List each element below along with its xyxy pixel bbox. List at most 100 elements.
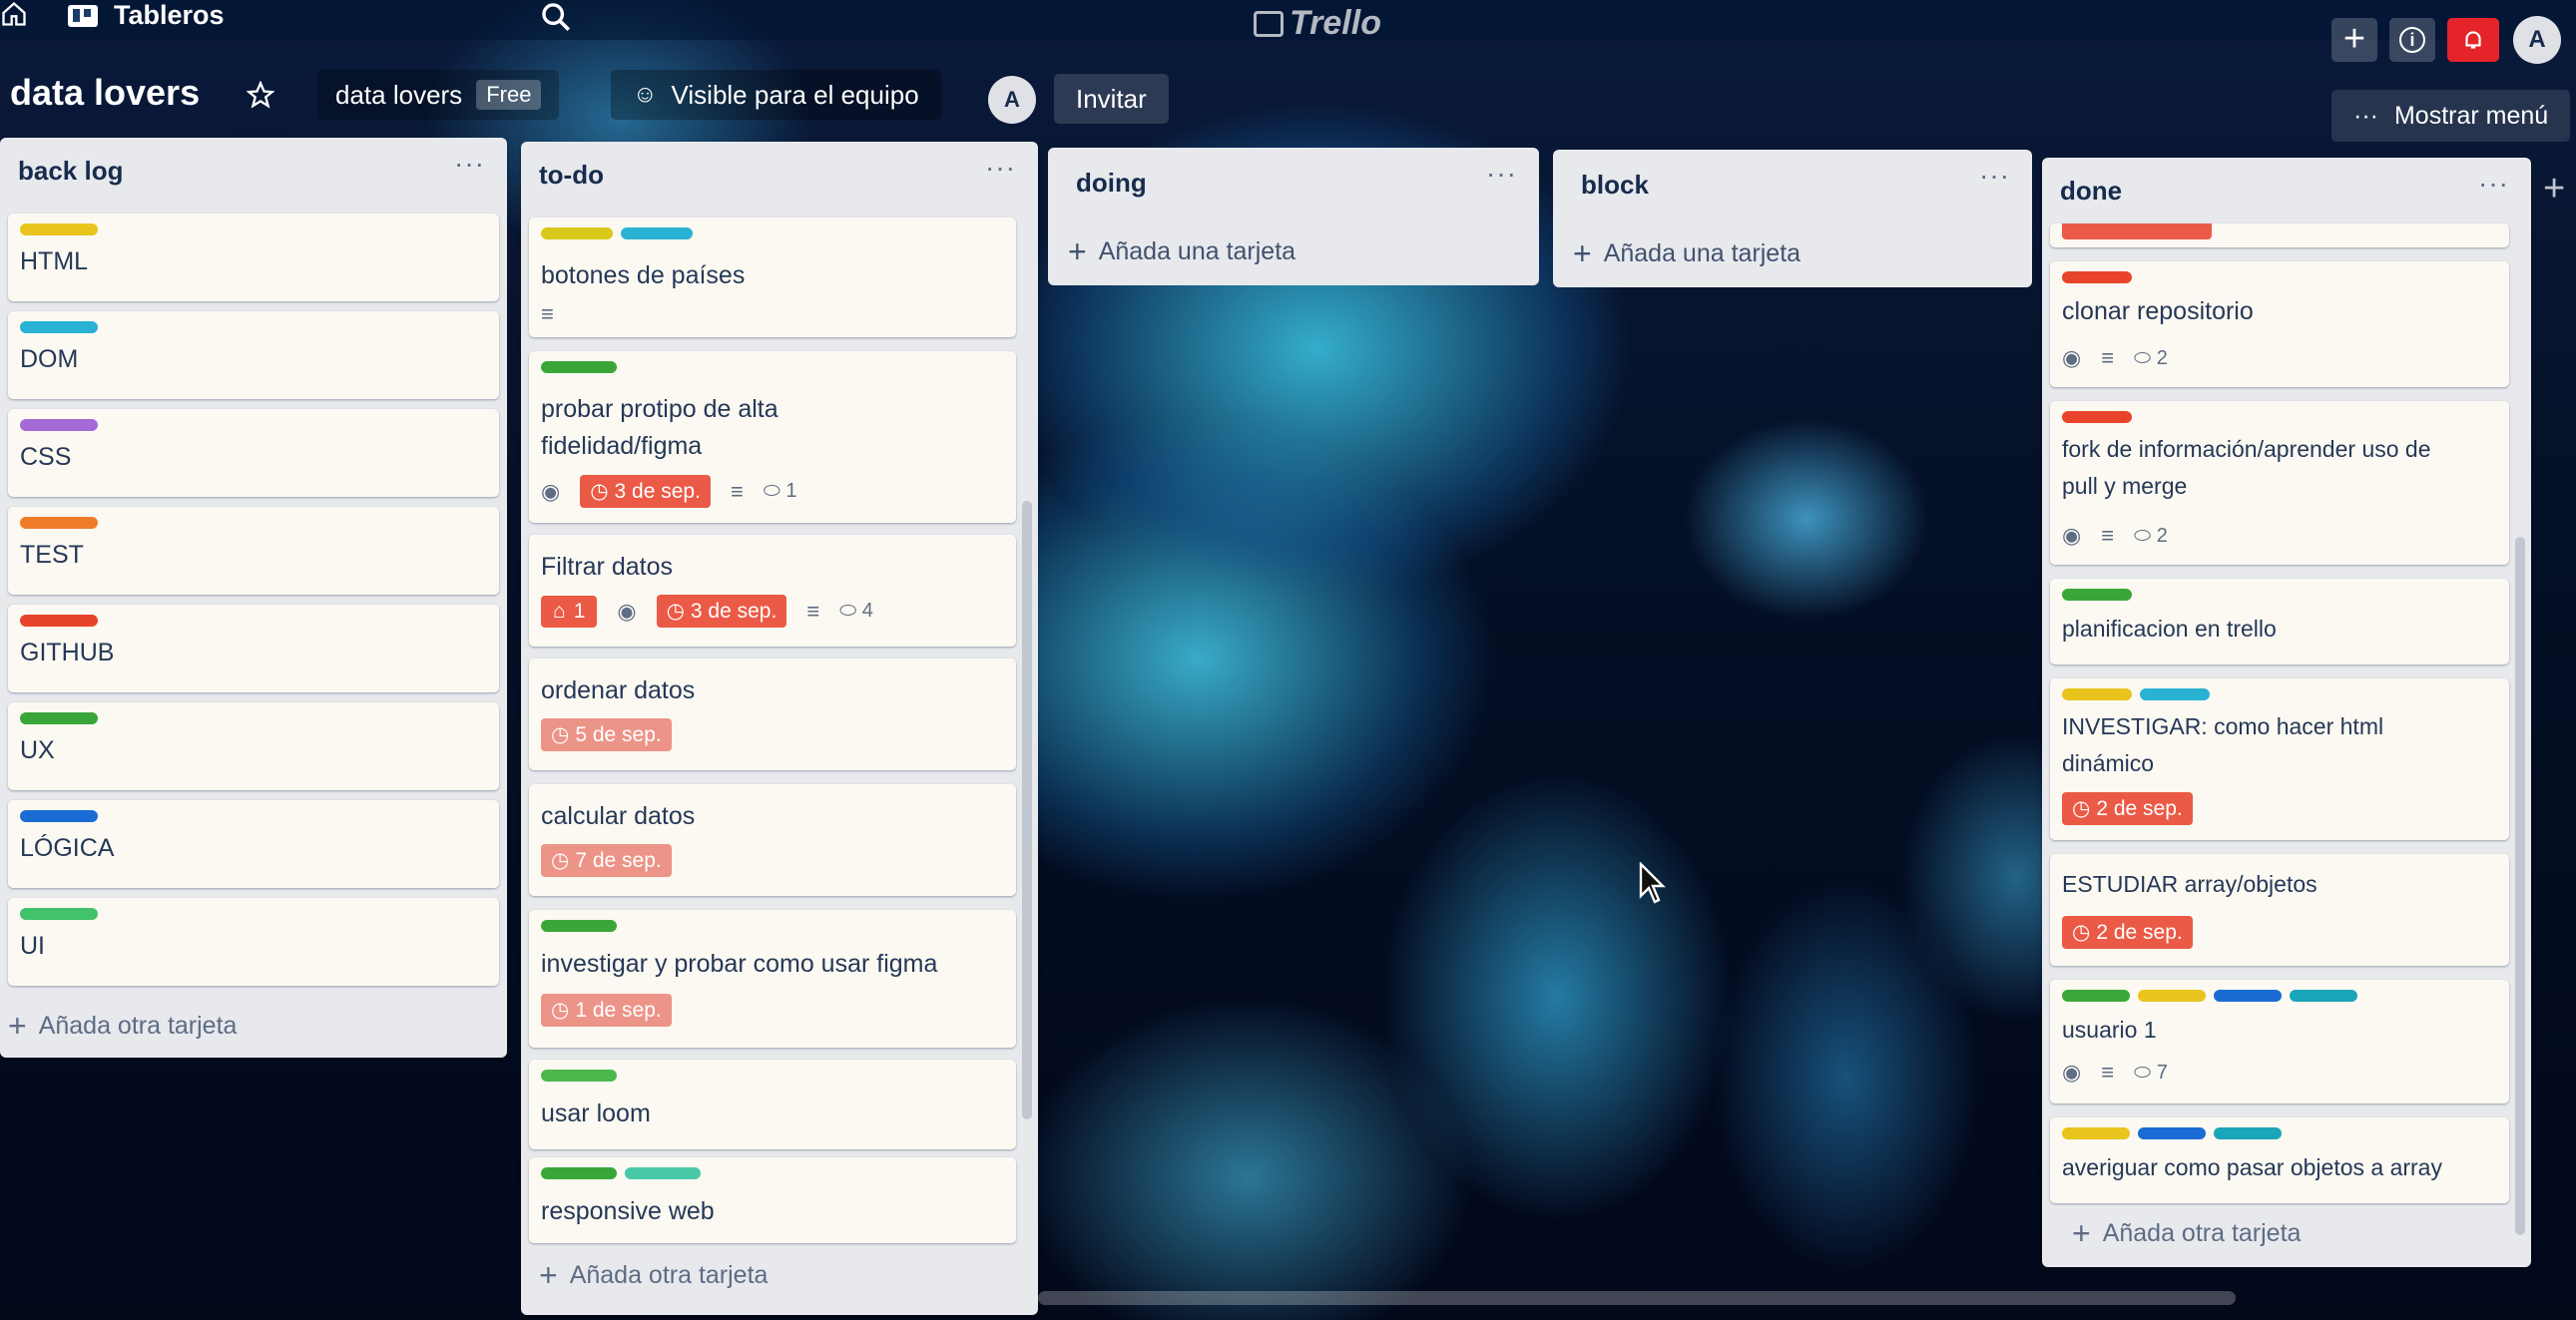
card[interactable]: averiguar como pasar objetos a array [2050, 1117, 2509, 1203]
card-label-blue[interactable] [2214, 990, 2282, 1002]
add-card-button[interactable]: + Añada otra tarjeta [2072, 1215, 2301, 1252]
card-label-blue[interactable] [2138, 1127, 2206, 1139]
list-menu-button[interactable]: ··· [1979, 160, 2010, 192]
card-label-green[interactable] [541, 1070, 617, 1082]
list-menu-button[interactable]: ··· [2478, 168, 2509, 200]
card[interactable]: ESTUDIAR array/objetos ◷ 2 de sep. [2050, 854, 2509, 966]
list-title[interactable]: done [2060, 176, 2122, 207]
list-title[interactable]: back log [18, 156, 123, 187]
invite-button[interactable]: Invitar [1054, 74, 1169, 124]
card-label-sky[interactable] [20, 321, 98, 333]
show-menu-button[interactable]: ··· Mostrar menú [2331, 90, 2571, 142]
card[interactable]: responsive web [529, 1157, 1016, 1243]
card-label-teal[interactable] [625, 1167, 701, 1179]
card-label-red[interactable] [20, 615, 98, 627]
card-label-teal[interactable] [2290, 990, 2357, 1002]
team-button[interactable]: data lovers Free [317, 70, 560, 120]
search-icon[interactable] [539, 0, 573, 39]
card[interactable]: botones de países ≡ [529, 218, 1016, 337]
card-label-lime[interactable] [20, 908, 98, 920]
card[interactable]: DOM [8, 311, 499, 399]
card-label-yellow[interactable] [2062, 688, 2132, 700]
card-label-yellow[interactable] [2138, 990, 2206, 1002]
card-label-blue[interactable] [20, 810, 98, 822]
card[interactable]: calcular datos ◷ 7 de sep. [529, 784, 1016, 896]
card-label-green[interactable] [541, 361, 617, 373]
card[interactable]: TEST [8, 507, 499, 595]
due-date-badge[interactable]: ◷ 2 de sep. [2062, 916, 2193, 949]
star-board-button[interactable] [236, 72, 285, 118]
add-card-button[interactable]: + Añada una tarjeta [1573, 235, 1801, 272]
card-label-red[interactable] [2062, 411, 2132, 423]
card[interactable]: LÓGICA [8, 800, 499, 888]
list-menu-button[interactable]: ··· [985, 152, 1016, 184]
card[interactable]: probar protipo de alta fidelidad/figma ◉… [529, 351, 1016, 523]
trello-logo[interactable]: Trello [1254, 4, 1381, 43]
card-label-teal[interactable] [2214, 1127, 2282, 1139]
home-icon[interactable] [0, 0, 28, 35]
card[interactable]: usuario 1 ◉ ≡ ⬭ 7 [2050, 980, 2509, 1103]
card-label-yellow[interactable] [541, 227, 613, 239]
card[interactable]: CSS [8, 409, 499, 497]
add-card-button[interactable]: + Añada otra tarjeta [8, 1008, 237, 1045]
list-title[interactable]: doing [1076, 168, 1147, 199]
card-label-green[interactable] [2062, 589, 2132, 601]
due-date-badge[interactable]: ◷ 3 de sep. [580, 475, 711, 508]
watch-eye-icon: ◉ [2062, 1060, 2082, 1085]
create-button[interactable]: + [2331, 18, 2377, 62]
card-partial[interactable] [2050, 223, 2509, 247]
card[interactable]: GITHUB [8, 605, 499, 692]
due-date-badge[interactable]: ◷ 2 de sep. [2062, 792, 2193, 825]
info-icon[interactable]: i [2389, 18, 2435, 62]
card[interactable]: ordenar datos ◷ 5 de sep. [529, 659, 1016, 770]
card-label-sky[interactable] [621, 227, 693, 239]
list-menu-button[interactable]: ··· [1486, 158, 1517, 190]
due-date-badge[interactable]: ◷ 3 de sep. [656, 595, 787, 628]
due-date-badge[interactable]: ◷ 7 de sep. [541, 844, 672, 877]
board-horizontal-scrollbar[interactable] [1038, 1291, 2236, 1305]
card[interactable]: UX [8, 702, 499, 790]
card-label-green[interactable] [20, 712, 98, 724]
card-label-orange[interactable] [20, 517, 98, 529]
card-label-sky[interactable] [2140, 688, 2210, 700]
list-block: block ··· + Añada una tarjeta [1553, 150, 2032, 287]
card[interactable]: usar loom [529, 1060, 1016, 1149]
card[interactable]: INVESTIGAR: como hacer html dinámico ◷ 2 … [2050, 678, 2509, 840]
user-avatar[interactable]: A [2513, 16, 2561, 64]
card-label-yellow[interactable] [20, 223, 98, 235]
card-label-red[interactable] [2062, 271, 2132, 283]
list-title[interactable]: to-do [539, 160, 604, 191]
list-scrollbar[interactable] [1022, 501, 1032, 1119]
card-title: CSS [20, 443, 72, 471]
card-title: planificacion en trello [2062, 616, 2277, 642]
list-menu-button[interactable]: ··· [454, 148, 485, 180]
card-label-green[interactable] [541, 1167, 617, 1179]
add-card-button[interactable]: + Añada una tarjeta [1068, 233, 1295, 270]
card-label-green[interactable] [2062, 990, 2130, 1002]
add-list-button[interactable]: + [2543, 168, 2571, 212]
card-label-green[interactable] [541, 920, 617, 932]
visibility-button[interactable]: ☺ Visible para el equipo [611, 70, 941, 120]
notification-badge[interactable]: ⌂ 1 [541, 595, 598, 628]
card[interactable]: clonar repositorio ◉ ≡ ⬭ 2 [2050, 261, 2509, 387]
card-label-purple[interactable] [20, 419, 98, 431]
add-card-button[interactable]: + Añada otra tarjeta [539, 1257, 768, 1294]
clock-icon: ◷ [2072, 797, 2091, 820]
board-name[interactable]: data lovers [10, 68, 200, 118]
due-date-badge[interactable]: ◷ 1 de sep. [541, 994, 672, 1027]
notifications-bell-icon[interactable] [2447, 18, 2499, 62]
card[interactable]: planificacion en trello [2050, 579, 2509, 664]
card[interactable]: fork de información/aprender uso de pull… [2050, 401, 2509, 565]
card[interactable]: UI [8, 898, 499, 986]
member-avatar[interactable]: A [988, 76, 1036, 124]
due-date-badge[interactable]: ◷ 5 de sep. [541, 718, 672, 751]
card-label-yellow[interactable] [2062, 1127, 2130, 1139]
list-title[interactable]: block [1581, 170, 1649, 201]
list-scrollbar[interactable] [2515, 537, 2525, 1235]
plus-icon: + [1573, 235, 1592, 271]
card-title: LÓGICA [20, 834, 115, 862]
card[interactable]: Filtrar datos ⌂ 1 ◉ ◷ 3 de sep. ≡ ⬭ 4 [529, 535, 1016, 647]
boards-button[interactable]: Tableros [68, 0, 225, 31]
card[interactable]: HTML [8, 214, 499, 301]
card[interactable]: investigar y probar como usar figma ◷ 1 d… [529, 910, 1016, 1048]
